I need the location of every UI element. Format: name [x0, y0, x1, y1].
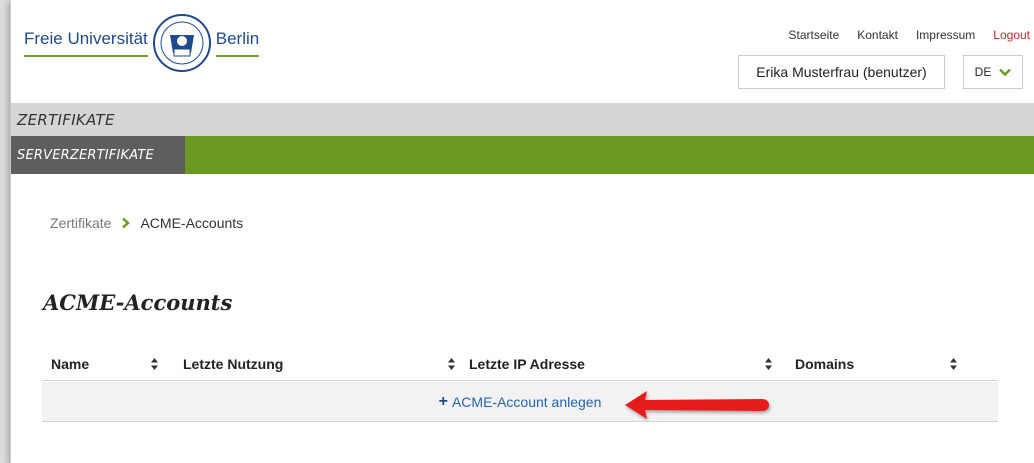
table-header: Name Letzte Nutzung Letzte IP Adresse Do…	[42, 348, 998, 381]
acme-accounts-table: Name Letzte Nutzung Letzte IP Adresse Do…	[42, 348, 998, 422]
column-header-domains[interactable]: Domains	[795, 356, 854, 372]
breadcrumb-zertifikate-link[interactable]: Zertifikate	[50, 215, 111, 231]
app-window: Freie Universität Berlin Startseite Kont…	[10, 0, 1034, 463]
chevron-right-icon	[122, 217, 131, 229]
sort-icon[interactable]	[949, 357, 958, 371]
annotation-arrow-icon	[625, 391, 769, 419]
add-account-row: + ACME-Account anlegen	[42, 382, 998, 422]
subnav-bar: SERVERZERTIFIKATE	[11, 136, 1034, 174]
language-value: DE	[974, 65, 992, 79]
section-title[interactable]: ZERTIFIKATE	[17, 111, 115, 129]
chevron-down-icon	[999, 68, 1012, 76]
column-header-name[interactable]: Name	[51, 356, 89, 372]
logo-text-left: Freie Universität	[24, 29, 148, 57]
column-header-letzte-nutzung[interactable]: Letzte Nutzung	[183, 356, 283, 372]
tab-serverzertifikate[interactable]: SERVERZERTIFIKATE	[11, 136, 185, 174]
column-header-letzte-ip-adresse[interactable]: Letzte IP Adresse	[469, 356, 585, 372]
section-bar: ZERTIFIKATE	[11, 103, 1034, 136]
sort-icon[interactable]	[764, 357, 773, 371]
tab-serverzertifikate-label: SERVERZERTIFIKATE	[17, 148, 154, 163]
breadcrumb: Zertifikate ACME-Accounts	[50, 215, 243, 231]
nav-kontakt-link[interactable]: Kontakt	[857, 28, 898, 42]
add-acme-account-button[interactable]: + ACME-Account anlegen	[439, 393, 602, 411]
user-name-label: Erika Musterfrau (benutzer)	[756, 64, 927, 80]
top-navigation: Startseite Kontakt Impressum Logout	[789, 28, 1030, 42]
breadcrumb-current: ACME-Accounts	[140, 215, 244, 231]
university-seal-icon	[152, 14, 211, 72]
nav-impressum-link[interactable]: Impressum	[916, 28, 975, 42]
page-title: ACME-Accounts	[43, 290, 233, 315]
fu-berlin-logo[interactable]: Freie Universität Berlin	[24, 12, 260, 74]
logout-link[interactable]: Logout	[993, 28, 1030, 42]
logo-text-right: Berlin	[215, 29, 260, 57]
add-acme-account-label: ACME-Account anlegen	[451, 393, 602, 410]
language-select[interactable]: DE	[963, 55, 1023, 89]
sort-icon[interactable]	[150, 357, 159, 371]
nav-startseite-link[interactable]: Startseite	[789, 28, 840, 42]
user-menu-button[interactable]: Erika Musterfrau (benutzer)	[738, 55, 945, 89]
sort-icon[interactable]	[447, 357, 456, 371]
plus-icon: +	[438, 392, 448, 410]
